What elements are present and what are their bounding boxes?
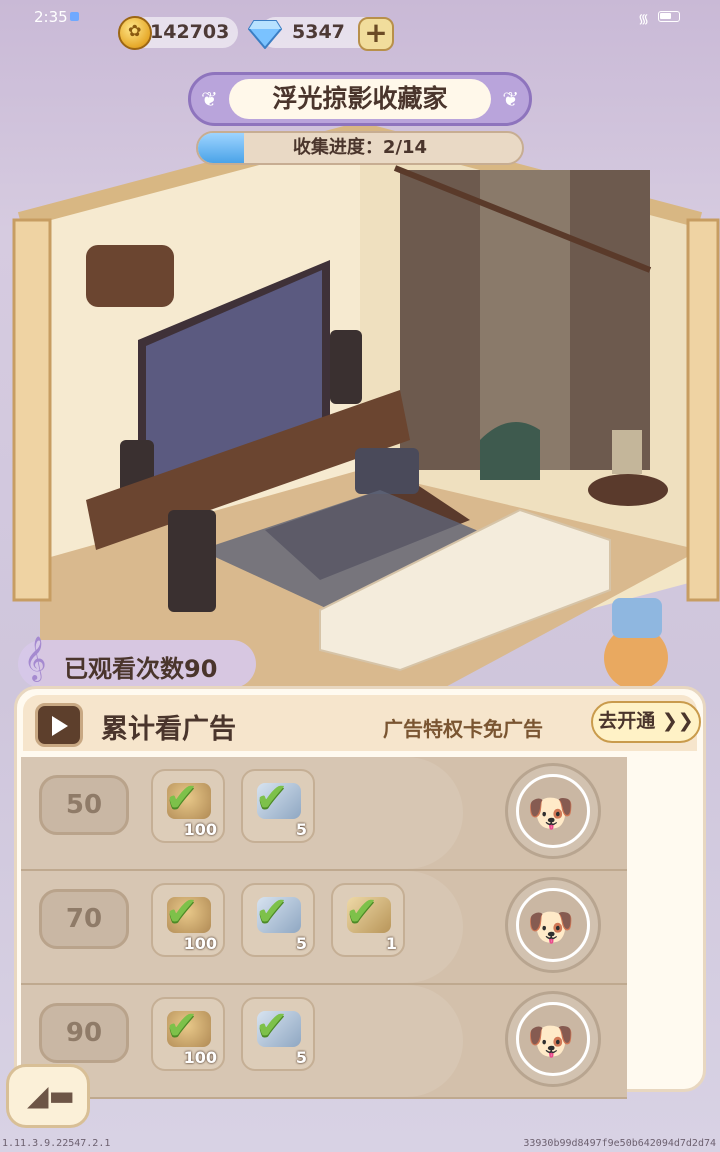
reward-qty: 5 (295, 1048, 307, 1067)
reward-item: ✔ 100 (151, 997, 225, 1071)
reward-item: ✔ 5 (241, 883, 315, 957)
check-icon: ✔ (345, 889, 379, 935)
activate-privilege-button[interactable]: 去开通 ❯❯ (591, 701, 701, 743)
reward-item: ✔ 5 (241, 997, 315, 1071)
tier-count: 50 (39, 775, 129, 835)
collection-title: 浮光掠影收藏家 (229, 79, 491, 119)
privilege-card-text: 广告特权卡免广告 (383, 717, 543, 741)
gem-value: 5347 (292, 21, 345, 43)
living-room-scene (12, 121, 720, 690)
reward-tier-row: 50 ✔ 100 ✔ 5 🐶 (21, 757, 627, 871)
back-arrow-icon: ◢▬ (27, 1079, 75, 1112)
reward-tier-row: 70 ✔ 100 ✔ 5 ✔ 1 🐶 (21, 871, 627, 985)
version-label: 1.11.3.9.22547.2.1 (2, 1138, 111, 1149)
reward-qty: 1 (385, 934, 397, 953)
panel-title: 累计看广告 (101, 714, 236, 745)
views-count-label: 已观看次数90 (64, 655, 218, 683)
status-time: 2:35 (34, 8, 68, 26)
check-icon: ✔ (255, 889, 289, 935)
claimed-stamp-icon: 🐶 (505, 763, 601, 859)
reward-item: ✔ 100 (151, 883, 225, 957)
notification-icon (70, 12, 79, 21)
check-icon: ✔ (165, 1003, 199, 1049)
reward-tier-list: 50 ✔ 100 ✔ 5 🐶 70 ✔ 100 ✔ 5 ✔ 1 🐶 90 ✔ 1… (21, 757, 627, 1099)
reward-tier-row: 90 ✔ 100 ✔ 5 🐶 (21, 985, 627, 1099)
reward-item: ✔ 5 (241, 769, 315, 843)
back-button[interactable]: ◢▬ (6, 1064, 90, 1128)
music-note-icon: 𝄞 (24, 636, 47, 680)
claimed-stamp-icon: 🐶 (505, 991, 601, 1087)
check-icon: ✔ (255, 1003, 289, 1049)
check-icon: ✔ (165, 889, 199, 935)
coin-icon (118, 16, 152, 50)
add-currency-button[interactable]: + (358, 17, 394, 51)
panel-header: 累计看广告 广告特权卡免广告 去开通 ❯❯ (23, 695, 701, 751)
leaf-icon: ❦ (502, 87, 519, 111)
build-hash-label: 33930b99d8497f9e50b642094d7d2d74 (523, 1138, 716, 1149)
reward-item: ✔ 1 (331, 883, 405, 957)
collection-progress-bar: 收集进度：2/14 (196, 131, 524, 165)
views-count-badge: 𝄞 已观看次数90 (18, 636, 256, 688)
diamond-icon (248, 20, 282, 49)
reward-qty: 5 (295, 820, 307, 839)
battery-icon (658, 11, 680, 22)
progress-label: 收集进度：2/14 (292, 137, 428, 158)
check-icon: ✔ (255, 775, 289, 821)
tier-count: 70 (39, 889, 129, 949)
reward-item: ✔ 100 (151, 769, 225, 843)
reward-qty: 100 (183, 1048, 217, 1067)
coin-value: 142703 (150, 21, 230, 43)
reward-qty: 5 (295, 934, 307, 953)
video-play-icon (35, 703, 83, 747)
ad-rewards-panel: 累计看广告 广告特权卡免广告 去开通 ❯❯ 50 ✔ 100 ✔ 5 🐶 70 (14, 686, 706, 1099)
leaf-icon: ❦ (201, 87, 218, 111)
reward-qty: 100 (183, 934, 217, 953)
check-icon: ✔ (165, 775, 199, 821)
tier-count: 90 (39, 1003, 129, 1063)
claimed-stamp-icon: 🐶 (505, 877, 601, 973)
collection-title-banner: ❦ 浮光掠影收藏家 ❦ (188, 72, 532, 126)
wifi-icon: ᯾ (638, 12, 650, 27)
reward-qty: 100 (183, 820, 217, 839)
